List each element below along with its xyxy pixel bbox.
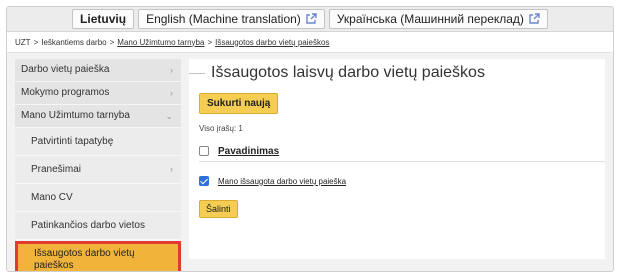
delete-button[interactable]: Šalinti [199, 200, 238, 218]
sidebar-item-job-search[interactable]: Darbo vietų paieška › [15, 59, 181, 82]
row-checkbox[interactable] [199, 176, 209, 186]
breadcrumb-root: UZT [15, 37, 31, 47]
saved-search-link[interactable]: Mano išsaugota darbo vietų paieška [218, 177, 346, 186]
chevron-right-icon: › [170, 88, 173, 98]
main-content: Išsaugotos laisvų darbo vietų paieškos S… [189, 59, 605, 259]
create-new-button[interactable]: Sukurti naują [199, 93, 279, 114]
lang-label: Lietuvių [80, 12, 127, 26]
heading-row: Išsaugotos laisvų darbo vietų paieškos [189, 59, 605, 87]
sidebar-item-label: Mano Užimtumo tarnyba [21, 110, 130, 121]
chevron-down-icon: ⌄ [165, 111, 173, 121]
sidebar: Darbo vietų paieška › Mokymo programos ›… [7, 53, 181, 271]
breadcrumb-link[interactable]: Mano Užimtumo tarnyba [117, 38, 204, 47]
sidebar-item-label: Patvirtinti tapatybę [31, 136, 114, 147]
external-link-icon [305, 13, 317, 25]
sidebar-item-label: Mano CV [31, 192, 73, 203]
list-item: Mano išsaugota darbo vietų paieška [199, 168, 605, 194]
language-bar: Lietuvių English (Machine translation) У… [7, 7, 613, 32]
lang-label: English (Machine translation) [146, 12, 301, 26]
column-header-name[interactable]: Pavadinimas [218, 146, 279, 157]
browser-frame: Lietuvių English (Machine translation) У… [6, 6, 614, 272]
breadcrumb-separator: > [207, 37, 213, 47]
sidebar-item-label: Mokymo programos [21, 87, 110, 98]
lang-ukrainian-button[interactable]: Українська (Машинний переклад) [328, 9, 548, 29]
heading-divider [189, 72, 205, 74]
sidebar-subitem-verify-identity[interactable]: Patvirtinti tapatybę [15, 128, 181, 156]
sidebar-item-my-employment-service[interactable]: Mano Užimtumo tarnyba ⌄ [15, 105, 181, 128]
breadcrumb-item: Ieškantiems darbo [41, 37, 107, 47]
breadcrumb-separator: > [109, 37, 115, 47]
breadcrumb-link[interactable]: Išsaugotos darbo vietų paieškos [215, 38, 329, 47]
page-title: Išsaugotos laisvų darbo vietų paieškos [211, 64, 485, 81]
breadcrumb: UZT > Ieškantiems darbo > Mano Užimtumo … [7, 32, 613, 53]
sidebar-item-label: paieškos [34, 260, 74, 271]
sidebar-item-label: Išsaugotos darbo vietų [34, 248, 135, 259]
external-link-icon [528, 13, 540, 25]
chevron-right-icon: › [170, 65, 173, 75]
sidebar-item-training-programs[interactable]: Mokymo programos › [15, 82, 181, 105]
sidebar-item-label: Pranešimai [31, 164, 82, 175]
chevron-right-icon: › [170, 164, 173, 174]
lang-english-button[interactable]: English (Machine translation) [138, 9, 325, 29]
record-count: Viso įrašų: 1 [199, 124, 243, 133]
sidebar-subitem-notifications[interactable]: Pranešimai › [15, 156, 181, 184]
sidebar-subitem-liked-jobs[interactable]: Patinkančios darbo vietos [15, 212, 181, 240]
lang-lithuanian-button[interactable]: Lietuvių [72, 9, 135, 29]
lang-label: Українська (Машинний переклад) [336, 12, 524, 26]
breadcrumb-separator: > [33, 37, 39, 47]
sidebar-item-label: Patinkančios darbo vietos [31, 220, 145, 231]
list-header: Pavadinimas [199, 141, 605, 162]
select-all-checkbox[interactable] [199, 146, 209, 156]
sidebar-item-label: Darbo vietų paieška [21, 64, 110, 75]
sidebar-subitem-saved-searches[interactable]: Išsaugotos darbo vietų paieškos [15, 241, 181, 271]
sidebar-subitem-my-cv[interactable]: Mano CV [15, 184, 181, 212]
